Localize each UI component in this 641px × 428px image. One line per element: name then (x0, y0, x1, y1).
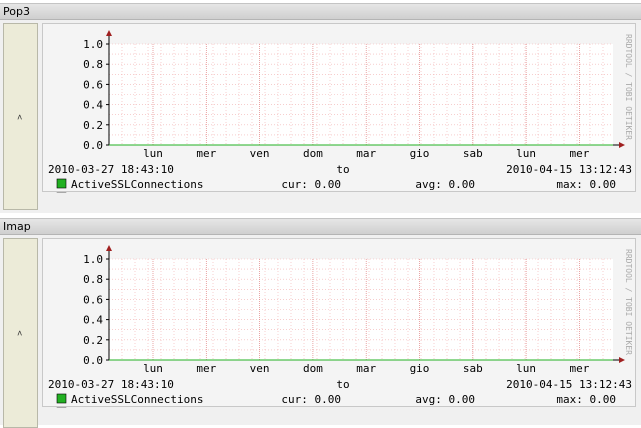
y-tick-label: 0.2 (83, 334, 103, 347)
x-tick-label: gio (410, 147, 430, 160)
range-start: 2010-03-27 18:43:10 (48, 378, 174, 391)
y-tick-label: 0.8 (83, 58, 103, 71)
x-tick-label: mer (196, 362, 216, 375)
section-title: Pop3 (3, 5, 30, 18)
rrd-graph: 1.0 0.8 0.6 0.4 0.2 0.0 lun mer ven dom mar gio sab l… (42, 23, 636, 193)
legend-label: CurrentConnections (71, 407, 190, 408)
legend-cur: cur: 0.00 (281, 192, 341, 193)
y-tick-label: 0.0 (83, 139, 103, 152)
section-body-pop3: > 1.0 0.8 0.6 0.4 0.2 0.0 lun mer ven dom mar gio sa… (0, 20, 641, 213)
collapse-toggle-button[interactable]: > (3, 238, 38, 428)
x-tick-label: lun (143, 147, 163, 160)
x-tick-label: lun (516, 147, 536, 160)
legend-avg: avg: 0.00 (415, 192, 475, 193)
x-tick-label: sab (463, 362, 483, 375)
y-tick-label: 0.6 (83, 293, 103, 306)
range-start: 2010-03-27 18:43:10 (48, 163, 174, 176)
graph-canvas: 1.0 0.8 0.6 0.4 0.2 0.0 lun mer ven dom mar gio sab l… (48, 30, 633, 193)
legend-cur: cur: 0.00 (281, 393, 341, 406)
collapse-toggle-button[interactable]: > (3, 23, 38, 210)
legend-label: ActiveSSLConnections (71, 393, 203, 406)
range-end: 2010-04-15 13:12:43 (506, 163, 632, 176)
x-tick-label: mar (356, 147, 376, 160)
watermark: RRDTOOL / TOBI OETIKER (624, 34, 633, 140)
y-axis-arrow-icon (106, 30, 112, 36)
chevron-icon: > (15, 113, 26, 120)
section-title: Imap (3, 220, 31, 233)
chevron-icon: > (15, 330, 26, 336)
y-tick-label: 0.4 (83, 99, 103, 112)
x-tick-label: dom (303, 362, 323, 375)
x-tick-label: mer (569, 147, 589, 160)
y-tick-label: 1.0 (83, 38, 103, 51)
range-to: to (336, 163, 349, 176)
x-tick-label: mer (196, 147, 216, 160)
x-tick-label: ven (250, 362, 270, 375)
legend-swatch (56, 178, 67, 189)
legend-cur: cur: 0.00 (281, 407, 341, 408)
watermark: RRDTOOL / TOBI OETIKER (624, 249, 633, 355)
x-tick-label: mer (569, 362, 589, 375)
y-tick-label: 0.2 (83, 119, 103, 132)
legend-label: ConnectionsCurrent (71, 192, 190, 193)
legend-max: max: 0.00 (556, 178, 616, 191)
section-header-pop3[interactable]: Pop3 (0, 3, 641, 20)
rrd-graph: 1.0 0.8 0.6 0.4 0.2 0.0 lun mer ven dom mar gio sab l… (42, 238, 636, 408)
legend-avg: avg: 0.00 (415, 407, 475, 408)
legend-max: max: 0.00 (556, 393, 616, 406)
legend-label: ActiveSSLConnections (71, 178, 203, 191)
range-end: 2010-04-15 13:12:43 (506, 378, 632, 391)
x-tick-label: lun (143, 362, 163, 375)
x-tick-label: lun (516, 362, 536, 375)
y-tick-label: 0.8 (83, 273, 103, 286)
x-tick-label: mar (356, 362, 376, 375)
graph-canvas: 1.0 0.8 0.6 0.4 0.2 0.0 lun mer ven dom mar gio sab l… (48, 245, 633, 408)
y-tick-label: 1.0 (83, 253, 103, 266)
x-axis-arrow-icon (619, 357, 625, 363)
x-axis-arrow-icon (619, 142, 625, 148)
x-tick-label: sab (463, 147, 483, 160)
y-tick-label: 0.4 (83, 314, 103, 327)
legend-max: max: 0.00 (556, 407, 616, 408)
x-tick-label: ven (250, 147, 270, 160)
legend-avg: avg: 0.00 (415, 178, 475, 191)
legend-max: max: 0.00 (556, 192, 616, 193)
y-tick-label: 0.6 (83, 78, 103, 91)
y-tick-label: 0.0 (83, 354, 103, 367)
legend-swatch (56, 393, 67, 404)
legend-avg: avg: 0.00 (415, 393, 475, 406)
y-axis-arrow-icon (106, 245, 112, 251)
section-header-imap[interactable]: Imap (0, 218, 641, 235)
legend-cur: cur: 0.00 (281, 178, 341, 191)
range-to: to (336, 378, 349, 391)
x-tick-label: gio (410, 362, 430, 375)
section-body-imap: > 1.0 0.8 0.6 0.4 0.2 0.0 lun mer ven dom mar gio sa… (0, 235, 641, 428)
x-tick-label: dom (303, 147, 323, 160)
